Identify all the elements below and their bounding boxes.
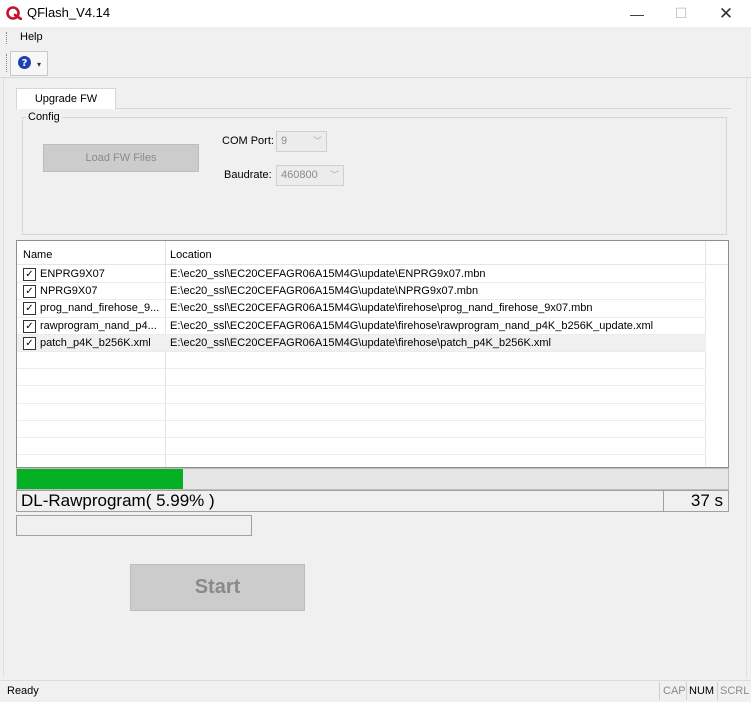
- row-divider: [17, 454, 706, 456]
- row-location: E:\ec20_ssl\EC20CEFAGR06A15M4G\update\fi…: [170, 319, 654, 332]
- row-location: E:\ec20_ssl\EC20CEFAGR06A15M4G\update\EN…: [170, 268, 486, 280]
- table-row[interactable]: ✓ rawprogram_nand_p4... E:\ec20_ssl\EC20CE…: [17, 318, 706, 335]
- menu-help[interactable]: Help: [20, 31, 43, 43]
- row-checkbox[interactable]: ✓: [23, 319, 36, 333]
- load-fw-files-button[interactable]: Load FW Files: [43, 144, 199, 172]
- row-checkbox[interactable]: ✓: [23, 336, 36, 350]
- window-title: QFlash_V4.14: [27, 5, 111, 20]
- row-checkbox[interactable]: ✓: [23, 268, 36, 281]
- baudrate-value: 460800: [281, 169, 318, 181]
- row-name: rawprogram_nand_p4...: [40, 319, 157, 332]
- table-row[interactable]: ✓ patch_p4K_b256K.xml E:\ec20_ssl\EC20CEFA…: [17, 334, 706, 352]
- cap-indicator: CAP: [663, 685, 686, 697]
- info-field: [16, 515, 252, 536]
- help-question-icon[interactable]: ?: [17, 55, 32, 70]
- com-port-select[interactable]: 9 ﹀: [276, 131, 327, 152]
- statusbar-separator: [717, 682, 718, 700]
- list-header: Name Location: [17, 241, 728, 265]
- table-row[interactable]: ✓ NPRG9X07 E:\ec20_ssl\EC20CEFAGR06A15M4G\…: [17, 283, 706, 300]
- row-location: E:\ec20_ssl\EC20CEFAGR06A15M4G\update\fi…: [170, 302, 593, 315]
- row-location: E:\ec20_ssl\EC20CEFAGR06A15M4G\update\fi…: [170, 336, 551, 349]
- row-checkbox[interactable]: ✓: [23, 285, 36, 299]
- row-checkbox[interactable]: ✓: [23, 302, 36, 316]
- num-indicator: NUM: [689, 685, 715, 697]
- status-ready-text: Ready: [7, 685, 39, 697]
- row-divider: [17, 368, 706, 370]
- toolbar-grip-handle[interactable]: [6, 54, 9, 72]
- menu-grip-handle[interactable]: [6, 32, 9, 44]
- chevron-down-icon: ﹀: [329, 170, 339, 180]
- tab-upgrade-fw[interactable]: Upgrade FW: [16, 88, 116, 109]
- file-list[interactable]: Name Location ✓ ENPRG9X07 E:\ec20_ssl\EC20…: [16, 240, 729, 468]
- com-port-value: 9: [281, 135, 288, 147]
- row-name: ENPRG9X07: [40, 268, 105, 280]
- row-divider: [17, 385, 706, 387]
- minimize-button[interactable]: —: [614, 0, 660, 27]
- com-port-label: COM Port:: [222, 135, 274, 147]
- row-divider: [17, 402, 706, 404]
- progress-bar-fill: [17, 469, 183, 489]
- download-status-text: DL-Rawprogram( 5.99% ): [21, 491, 215, 510]
- config-group: [22, 117, 727, 235]
- baudrate-label: Baudrate:: [224, 169, 272, 181]
- status-bar: [0, 680, 751, 702]
- statusbar-separator: [686, 682, 687, 700]
- baudrate-select[interactable]: 460800 ﹀: [276, 165, 344, 186]
- table-row[interactable]: ✓ ENPRG9X07 E:\ec20_ssl\EC20CEFAGR06A15M4G…: [17, 266, 706, 283]
- qflash-logo-icon: [6, 6, 22, 20]
- maximize-button[interactable]: ☐: [658, 0, 704, 27]
- svg-text:?: ?: [22, 58, 28, 69]
- statusbar-separator: [659, 682, 660, 700]
- scrl-indicator: SCRL: [720, 685, 750, 697]
- row-location: E:\ec20_ssl\EC20CEFAGR06A15M4G\update\NP…: [170, 285, 479, 298]
- elapsed-time-text: 37 s: [690, 491, 723, 510]
- menu-bar: [0, 27, 751, 49]
- config-legend: Config: [26, 111, 62, 123]
- row-divider: [17, 437, 706, 438]
- row-divider: [17, 419, 706, 421]
- row-divider: [17, 351, 706, 352]
- toolbar-dropdown-arrow-icon[interactable]: ▾: [37, 60, 41, 69]
- column-header-name[interactable]: Name: [23, 249, 52, 261]
- column-header-location[interactable]: Location: [170, 249, 212, 261]
- row-name: prog_nand_firehose_9...: [40, 302, 160, 315]
- table-row[interactable]: ✓ prog_nand_firehose_9... E:\ec20_ssl\EC20…: [17, 300, 706, 317]
- row-name: patch_p4K_b256K.xml: [40, 336, 151, 349]
- chevron-down-icon: ﹀: [312, 136, 322, 146]
- start-button[interactable]: Start: [130, 564, 305, 611]
- row-name: NPRG9X07: [40, 285, 98, 298]
- toolbar: [0, 49, 751, 78]
- close-button[interactable]: ✕: [703, 0, 749, 27]
